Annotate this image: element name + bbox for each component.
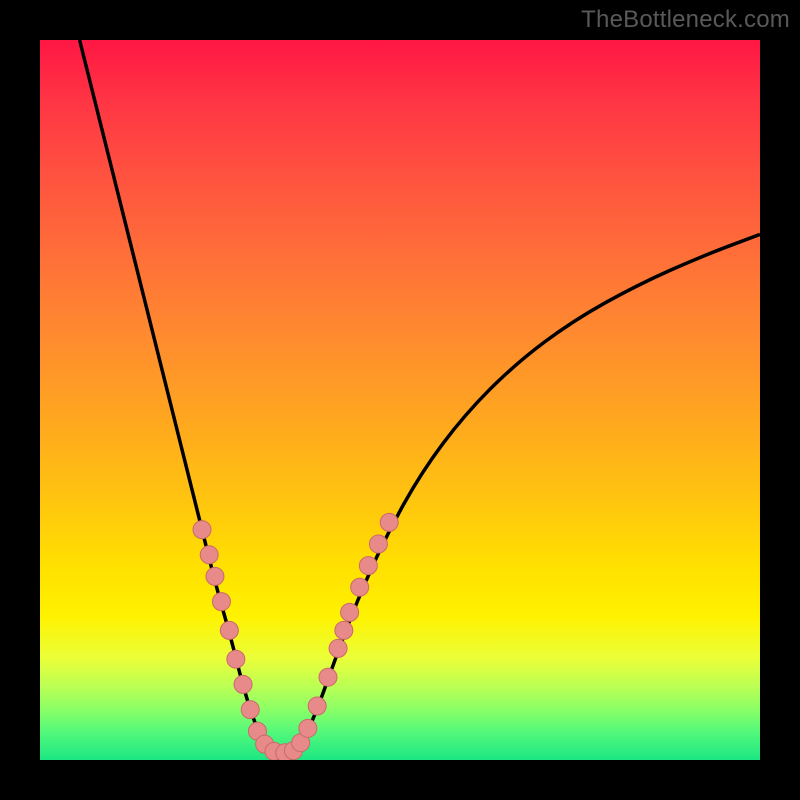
data-point [308, 697, 326, 715]
data-point [220, 621, 238, 639]
data-point [351, 578, 369, 596]
data-point [299, 719, 317, 737]
data-point [200, 546, 218, 564]
plot-area [40, 40, 760, 760]
chart-svg [40, 40, 760, 760]
data-point [359, 557, 377, 575]
data-point [227, 650, 245, 668]
data-point [341, 603, 359, 621]
data-point [241, 701, 259, 719]
data-point [234, 675, 252, 693]
data-point [193, 521, 211, 539]
data-point [369, 535, 387, 553]
data-point [206, 567, 224, 585]
data-point [319, 668, 337, 686]
data-point [380, 513, 398, 531]
data-point [329, 639, 347, 657]
bottleneck-curve [80, 40, 760, 753]
data-point [335, 621, 353, 639]
watermark-text: TheBottleneck.com [581, 6, 790, 34]
data-point [212, 593, 230, 611]
chart-frame: TheBottleneck.com [0, 0, 800, 800]
